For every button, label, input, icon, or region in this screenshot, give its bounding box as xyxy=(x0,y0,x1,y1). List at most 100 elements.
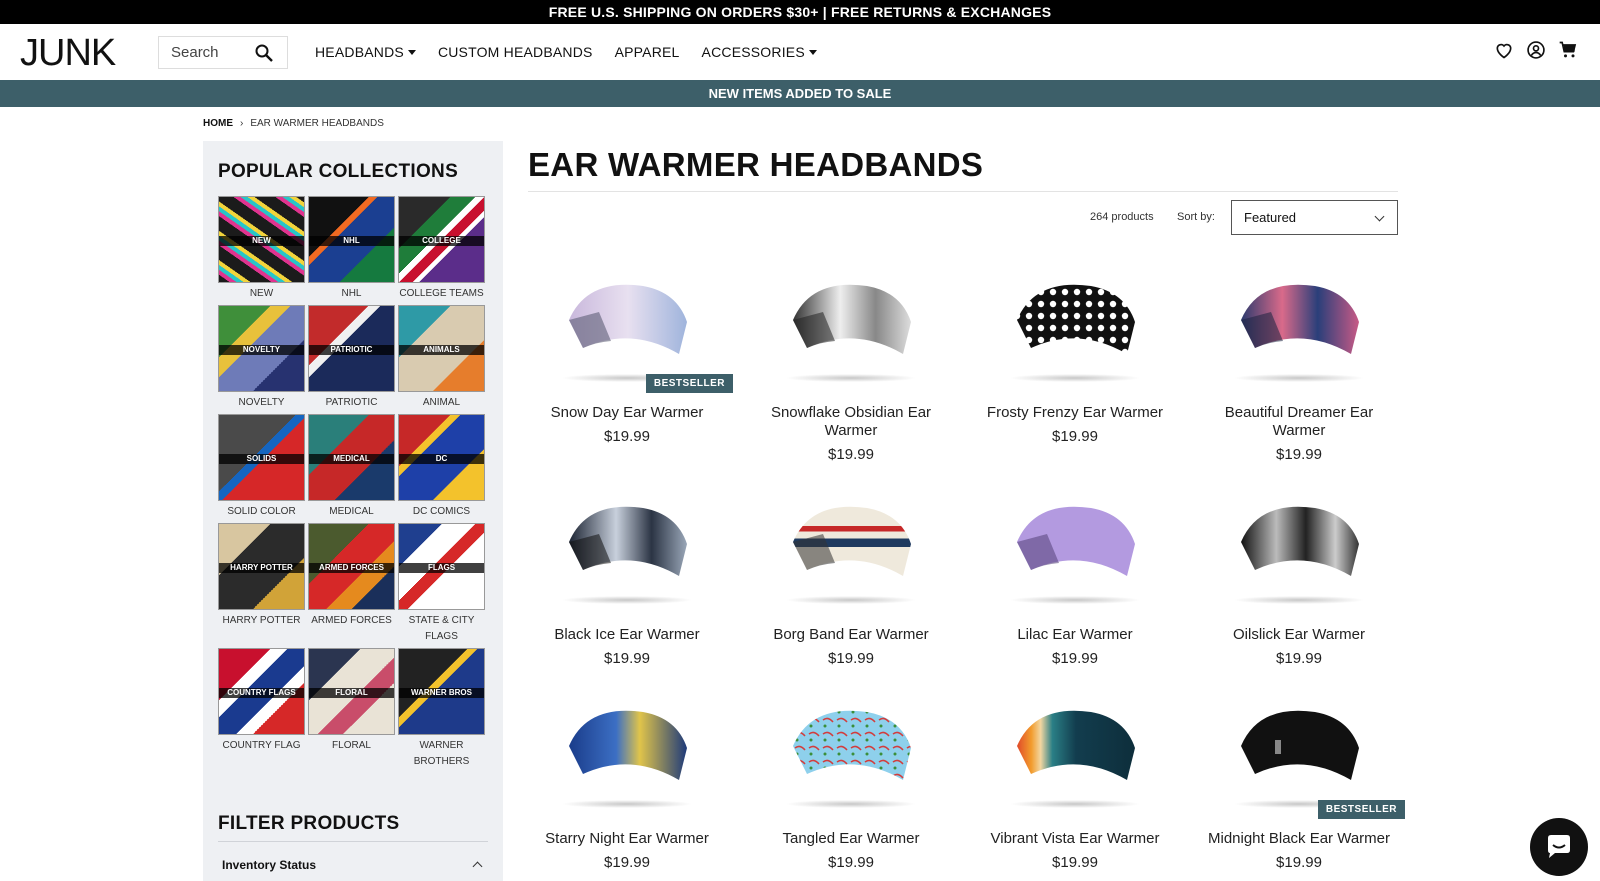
product-card[interactable]: BESTSELLER Snow Day Ear Warmer $19.99 xyxy=(527,262,733,446)
collection-new[interactable]: NEW NEW xyxy=(218,196,305,302)
product-name[interactable]: Snowflake Obsidian Ear Warmer xyxy=(751,404,951,440)
product-name[interactable]: Tangled Ear Warmer xyxy=(751,830,951,848)
headband-image xyxy=(569,506,687,576)
product-card[interactable]: Tangled Ear Warmer $19.99 xyxy=(751,688,951,872)
product-card[interactable]: Black Ice Ear Warmer $19.99 xyxy=(527,484,727,668)
heart-icon[interactable] xyxy=(1494,40,1514,60)
product-card[interactable]: Starry Night Ear Warmer $19.99 xyxy=(527,688,727,872)
collection-image: ARMED FORCES xyxy=(308,523,395,610)
search-icon[interactable] xyxy=(255,44,273,62)
product-shadow xyxy=(563,596,691,604)
junk-logo[interactable]: JUNK xyxy=(20,34,136,70)
product-image[interactable] xyxy=(975,688,1175,818)
sort-select[interactable]: Featured xyxy=(1231,200,1398,235)
product-image[interactable] xyxy=(751,262,951,392)
headband-image xyxy=(793,506,911,576)
collection-armed-forces[interactable]: ARMED FORCES ARMED FORCES xyxy=(308,523,395,629)
collection-medical[interactable]: MEDICAL MEDICAL xyxy=(308,414,395,520)
collection-caption: ARMED FORCES xyxy=(311,615,392,626)
collection-novelty[interactable]: NOVELTY NOVELTY xyxy=(218,305,305,411)
chat-button[interactable] xyxy=(1530,818,1588,876)
bestseller-badge: BESTSELLER xyxy=(645,374,733,393)
collection-badge: NOVELTY xyxy=(219,345,304,355)
product-name[interactable]: Lilac Ear Warmer xyxy=(975,626,1175,644)
product-image[interactable] xyxy=(527,688,727,818)
collection-nhl[interactable]: NHL NHL xyxy=(308,196,395,302)
product-name[interactable]: Oilslick Ear Warmer xyxy=(1199,626,1399,644)
headband-image xyxy=(569,284,687,354)
main-nav: HEADBANDS CUSTOM HEADBANDS APPAREL ACCES… xyxy=(315,24,817,80)
product-card[interactable]: Lilac Ear Warmer $19.99 xyxy=(975,484,1175,668)
collection-image: FLAGS xyxy=(398,523,485,610)
chevron-up-icon[interactable] xyxy=(472,861,483,872)
collection-flags[interactable]: FLAGS STATE & CITY FLAGS xyxy=(398,523,485,645)
collection-country-flags[interactable]: COUNTRY FLAGS COUNTRY FLAG xyxy=(218,648,305,754)
sale-promo-bar[interactable]: NEW ITEMS ADDED TO SALE xyxy=(0,80,1600,107)
product-price: $19.99 xyxy=(1276,650,1322,667)
collection-image: NOVELTY xyxy=(218,305,305,392)
collection-image: DC xyxy=(398,414,485,501)
nav-headbands[interactable]: HEADBANDS xyxy=(315,44,416,60)
brand-text: JUNK xyxy=(20,34,116,70)
nav-custom-headbands[interactable]: CUSTOM HEADBANDS xyxy=(438,44,593,60)
product-image[interactable]: BESTSELLER xyxy=(527,262,733,393)
collection-floral[interactable]: FLORAL FLORAL xyxy=(308,648,395,754)
page-title: EAR WARMER HEADBANDS xyxy=(528,146,984,183)
collection-solids[interactable]: SOLIDS SOLID COLOR xyxy=(218,414,305,520)
collection-caption: FLORAL xyxy=(332,740,371,751)
product-card[interactable]: Vibrant Vista Ear Warmer $19.99 xyxy=(975,688,1175,872)
collection-animals[interactable]: ANIMALS ANIMAL xyxy=(398,305,485,411)
cart-icon[interactable] xyxy=(1558,40,1578,60)
product-shadow xyxy=(1011,374,1139,382)
product-image[interactable] xyxy=(1199,484,1399,614)
product-price: $19.99 xyxy=(1052,428,1098,445)
product-name[interactable]: Beautiful Dreamer Ear Warmer xyxy=(1199,404,1399,440)
product-card[interactable]: Beautiful Dreamer Ear Warmer $19.99 xyxy=(1199,262,1399,464)
breadcrumb-home[interactable]: HOME xyxy=(203,118,233,129)
collection-harry-potter[interactable]: HARRY POTTER HARRY POTTER xyxy=(218,523,305,629)
filter-products-title: FILTER PRODUCTS xyxy=(218,813,400,834)
product-name[interactable]: Midnight Black Ear Warmer xyxy=(1199,830,1399,848)
headband-image xyxy=(1017,284,1135,354)
filter-inventory-status[interactable]: Inventory Status xyxy=(222,858,316,872)
product-image[interactable] xyxy=(1199,262,1399,392)
nav-apparel[interactable]: APPAREL xyxy=(615,44,680,60)
product-image[interactable]: BESTSELLER xyxy=(1199,688,1405,819)
product-name[interactable]: Snow Day Ear Warmer xyxy=(527,404,727,422)
collection-college[interactable]: COLLEGE COLLEGE TEAMS xyxy=(398,196,485,302)
collection-patriotic[interactable]: PATRIOTIC PATRIOTIC xyxy=(308,305,395,411)
collection-warner-bros[interactable]: WARNER BROS WARNER BROTHERS xyxy=(398,648,485,770)
product-image[interactable] xyxy=(751,688,951,818)
collection-image: MEDICAL xyxy=(308,414,395,501)
collection-caption: WARNER BROTHERS xyxy=(413,740,470,767)
product-image[interactable] xyxy=(975,262,1175,392)
product-image[interactable] xyxy=(751,484,951,614)
collection-image: SOLIDS xyxy=(218,414,305,501)
collection-badge: NEW xyxy=(219,236,304,246)
product-name[interactable]: Starry Night Ear Warmer xyxy=(527,830,727,848)
caret-down-icon xyxy=(407,49,416,55)
headband-image xyxy=(793,710,911,780)
product-card[interactable]: Borg Band Ear Warmer $19.99 xyxy=(751,484,951,668)
product-name[interactable]: Borg Band Ear Warmer xyxy=(751,626,951,644)
nav-accessories[interactable]: ACCESSORIES xyxy=(702,44,817,60)
product-card[interactable]: Frosty Frenzy Ear Warmer $19.99 xyxy=(975,262,1175,446)
product-name[interactable]: Black Ice Ear Warmer xyxy=(527,626,727,644)
product-name[interactable]: Frosty Frenzy Ear Warmer xyxy=(975,404,1175,422)
collection-badge: COLLEGE xyxy=(399,236,484,246)
product-image[interactable] xyxy=(527,484,727,614)
account-icon[interactable] xyxy=(1526,40,1546,60)
headband-image xyxy=(793,284,911,354)
search-input[interactable]: Search xyxy=(158,36,288,69)
product-price: $19.99 xyxy=(604,428,650,445)
product-card[interactable]: Snowflake Obsidian Ear Warmer $19.99 xyxy=(751,262,951,464)
collection-image: WARNER BROS xyxy=(398,648,485,735)
product-image[interactable] xyxy=(975,484,1175,614)
headband-image xyxy=(1241,710,1359,780)
product-name[interactable]: Vibrant Vista Ear Warmer xyxy=(975,830,1175,848)
collection-dc[interactable]: DC DC COMICS xyxy=(398,414,485,520)
product-card[interactable]: BESTSELLER Midnight Black Ear Warmer $19… xyxy=(1199,688,1405,872)
breadcrumb-current: EAR WARMER HEADBANDS xyxy=(250,118,384,129)
collection-badge: MEDICAL xyxy=(309,454,394,464)
product-card[interactable]: Oilslick Ear Warmer $19.99 xyxy=(1199,484,1399,668)
